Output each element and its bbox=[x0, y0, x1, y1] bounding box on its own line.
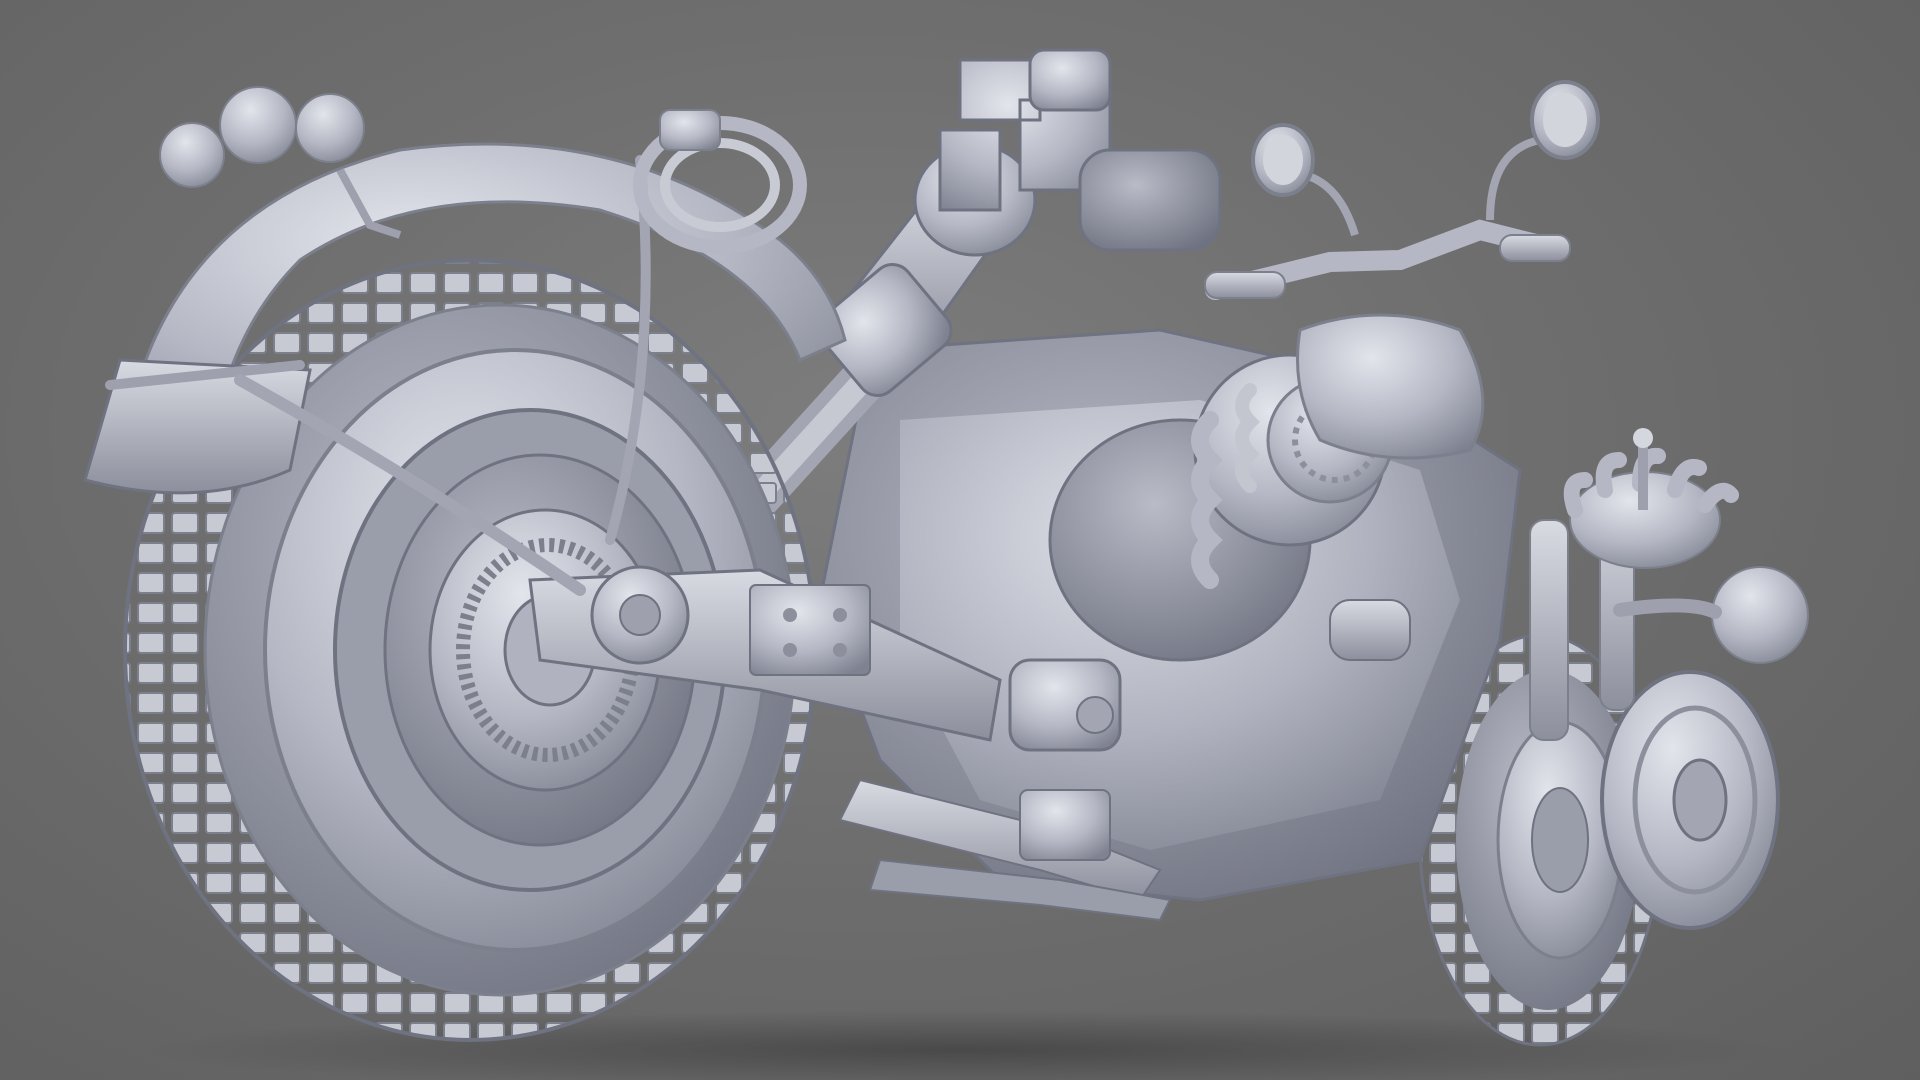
motorcycle-illustration bbox=[83, 48, 1809, 1080]
left-mirror bbox=[1251, 123, 1315, 197]
front-crown bbox=[1563, 428, 1739, 569]
front-brake-disc bbox=[1600, 670, 1780, 930]
fender-spring-coil bbox=[633, 109, 807, 254]
right-mirror bbox=[1530, 80, 1600, 160]
fuel-tank bbox=[1296, 313, 1485, 460]
render-canvas bbox=[0, 0, 1920, 1080]
